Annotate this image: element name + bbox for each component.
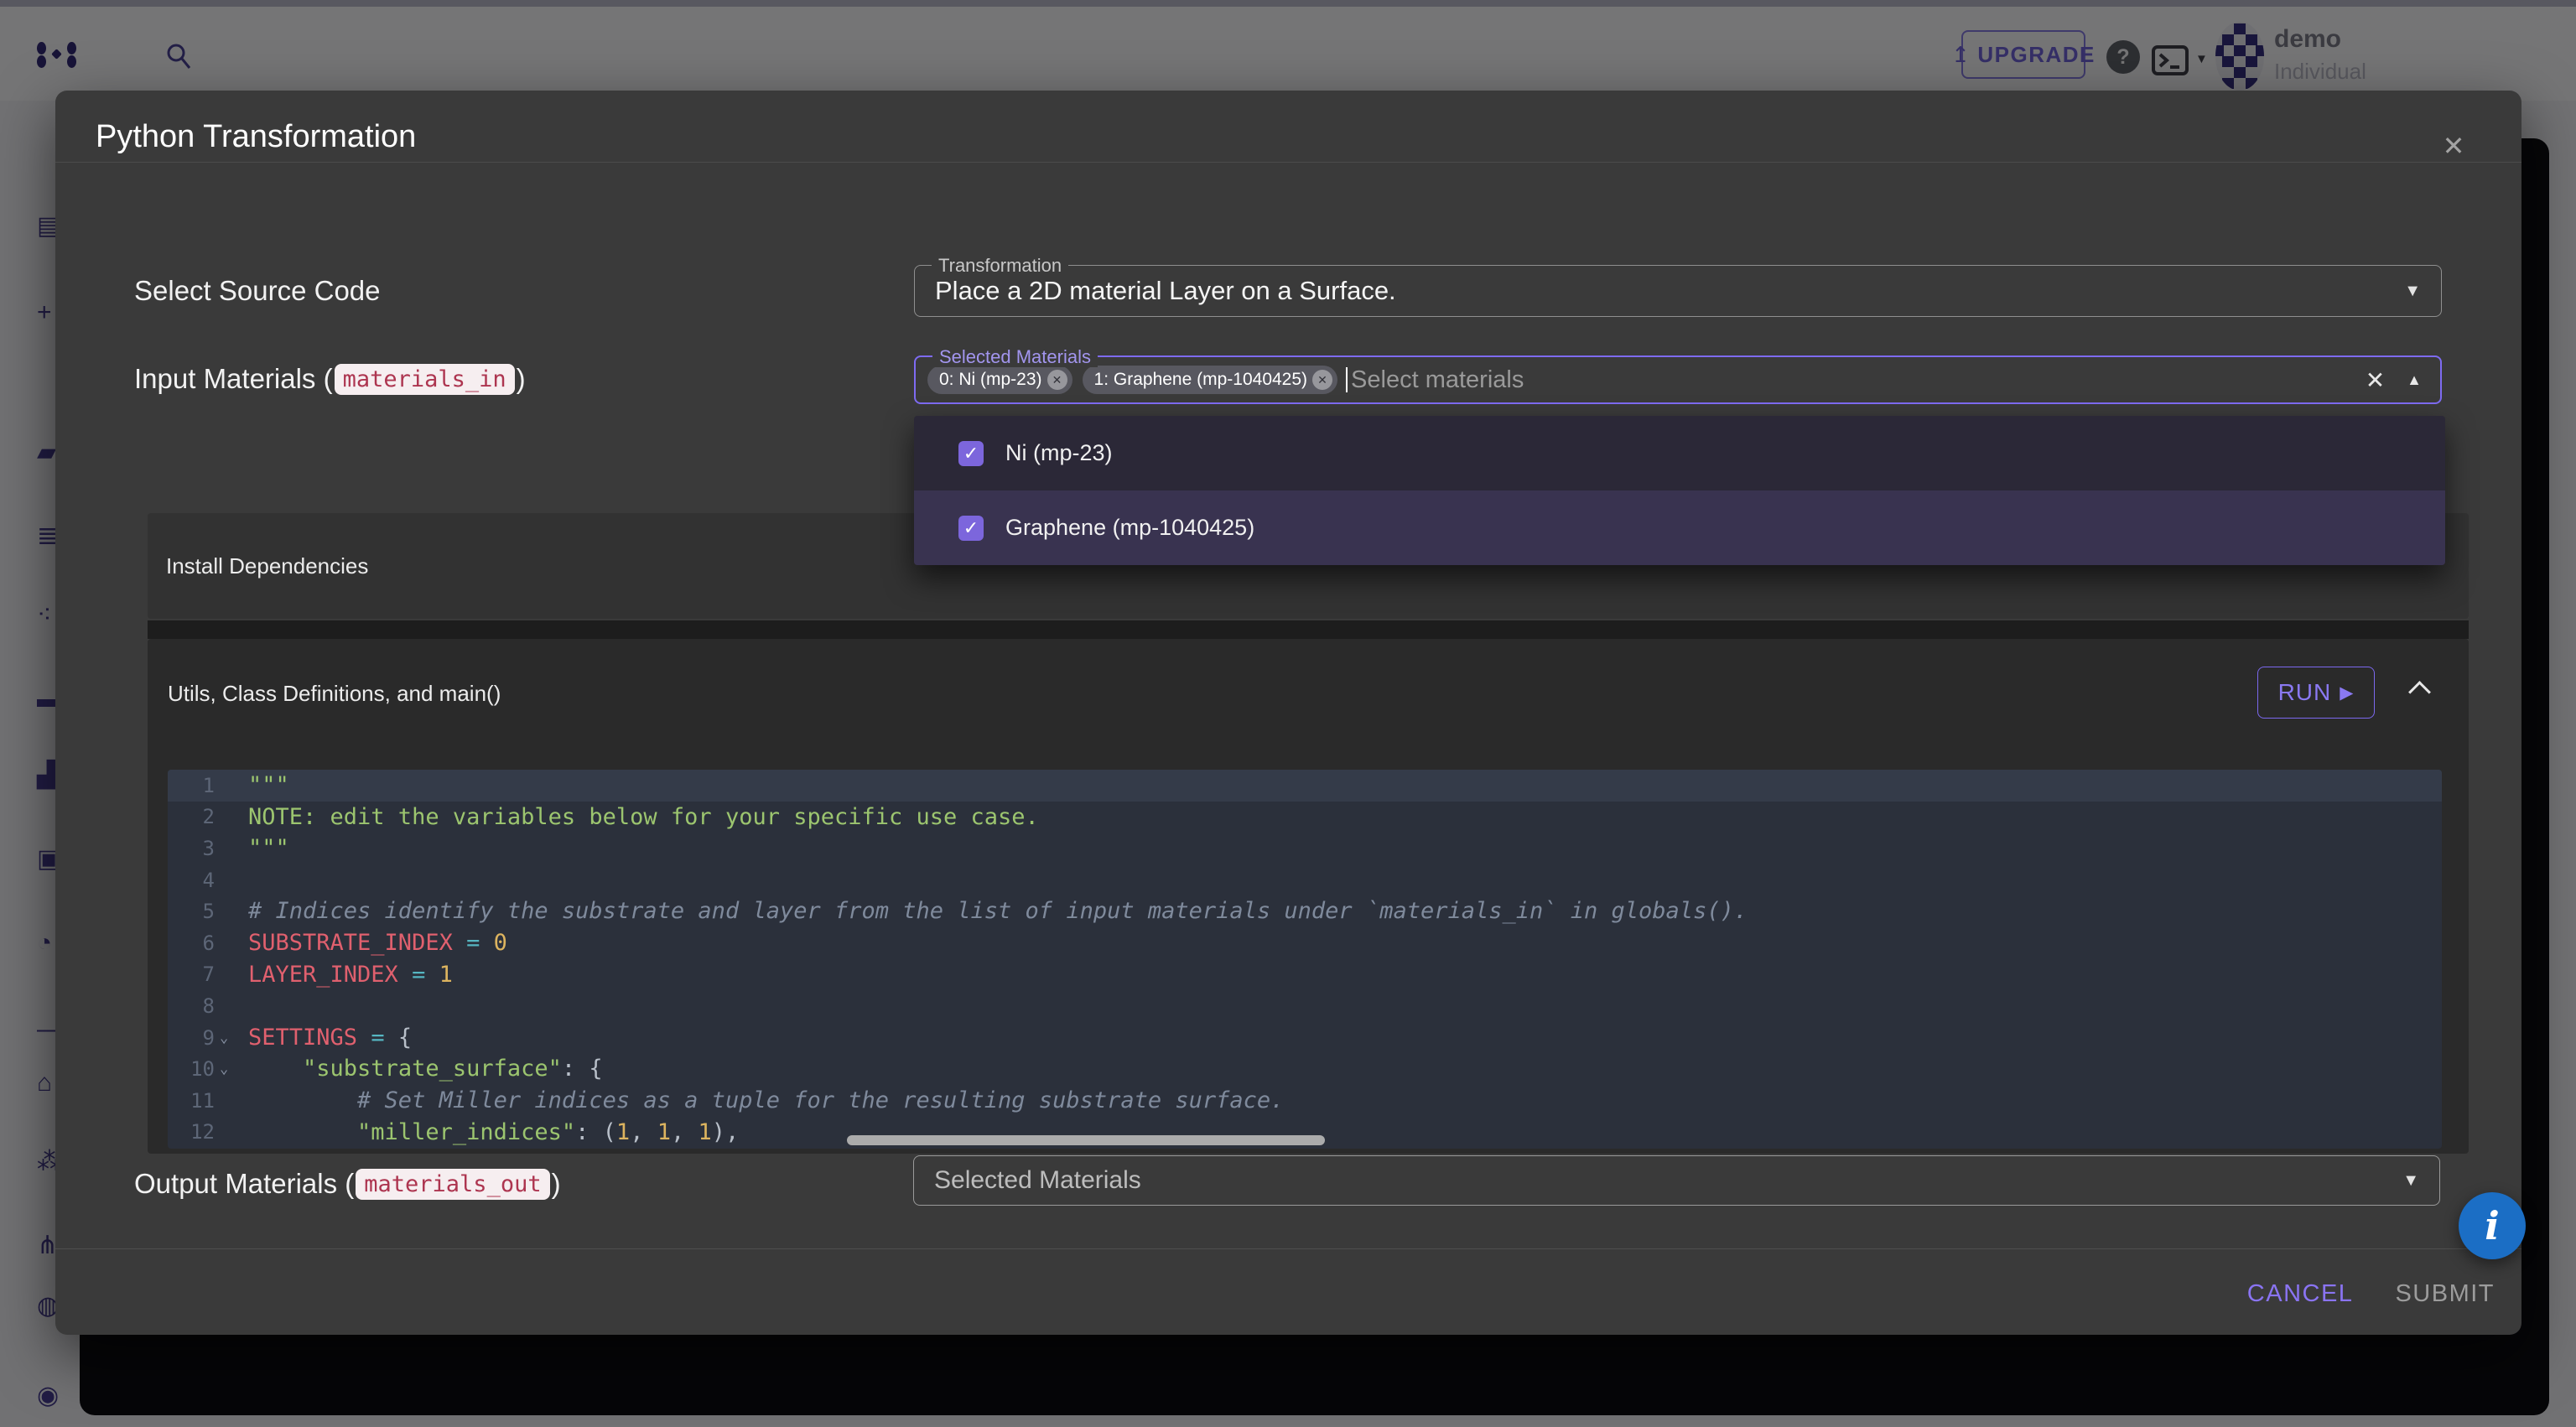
fold-chevron-icon[interactable]: ⌄: [215, 1030, 248, 1046]
submit-button[interactable]: SUBMIT: [2395, 1280, 2495, 1308]
materials-dropdown: ✓ Ni (mp-23) ✓ Graphene (mp-1040425): [914, 416, 2445, 565]
dropdown-option-label: Graphene (mp-1040425): [1005, 515, 1254, 541]
code-line[interactable]: 4: [168, 864, 2442, 896]
select-source-code-label: Select Source Code: [134, 266, 381, 316]
dialog-title: Python Transformation: [96, 119, 416, 155]
code-lines: 1 """ 2 NOTE: edit the variables below for …: [168, 770, 2442, 1148]
text-cursor: [1346, 367, 1348, 392]
code-text: # Set Miller indices as a tuple for the …: [248, 1085, 1284, 1117]
chip-label: 0: Ni (mp-23): [939, 370, 1042, 390]
line-number: 3: [168, 837, 215, 860]
selected-materials-input[interactable]: Selected Materials 0: Ni (mp-23)✕1: Grap…: [914, 355, 2442, 404]
output-materials-select[interactable]: Selected Materials ▼: [913, 1155, 2440, 1206]
chip-delete-icon[interactable]: ✕: [1312, 370, 1332, 390]
fold-chevron-icon[interactable]: ⌄: [215, 1061, 248, 1077]
horizontal-scrollbar[interactable]: [847, 1135, 1325, 1145]
transformation-label: Transformation: [932, 256, 1068, 276]
code-text: # Indices identify the substrate and lay…: [248, 895, 1748, 927]
code-text: """: [248, 833, 289, 864]
code-line[interactable]: 9⌄SETTINGS = {: [168, 1022, 2442, 1054]
utils-section: Utils, Class Definitions, and main() RUN…: [148, 639, 2469, 1154]
play-icon: ▶: [2340, 682, 2354, 703]
transformation-value: Place a 2D material Layer on a Surface.: [935, 276, 1396, 306]
input-materials-prefix: Input Materials (: [134, 363, 333, 395]
line-number: 11: [168, 1089, 215, 1113]
transformation-select[interactable]: Transformation Place a 2D material Layer…: [914, 265, 2442, 317]
header-divider: [55, 162, 2521, 163]
section-divider-band: [148, 620, 2469, 639]
code-line[interactable]: 5 # Indices identify the substrate and la…: [168, 895, 2442, 927]
materials-placeholder: Select materials: [1351, 366, 1524, 394]
chip-delete-icon[interactable]: ✕: [1047, 370, 1067, 390]
dropdown-option[interactable]: ✓ Graphene (mp-1040425): [914, 490, 2445, 565]
code-text: SETTINGS = {: [248, 1022, 412, 1054]
clear-icon[interactable]: ✕: [2366, 366, 2385, 394]
output-materials-value: Selected Materials: [934, 1166, 1141, 1195]
line-number: 8: [168, 994, 215, 1018]
output-materials-suffix: ): [552, 1168, 561, 1200]
checkbox-icon[interactable]: ✓: [958, 441, 984, 466]
code-text: LAYER_INDEX = 1: [248, 959, 453, 991]
run-label: RUN: [2278, 679, 2332, 706]
footer: CANCEL SUBMIT: [55, 1269, 2495, 1319]
code-text: "substrate_surface": {: [248, 1053, 603, 1085]
line-number: 12: [168, 1120, 215, 1144]
materials-in-badge: materials_in: [335, 364, 515, 395]
chevron-down-icon[interactable]: ▼: [2402, 1171, 2419, 1191]
collapse-chevron-icon[interactable]: [2408, 681, 2431, 703]
run-button[interactable]: RUN ▶: [2257, 667, 2375, 719]
line-number: 2: [168, 805, 215, 828]
code-text: "miller_indices": (1, 1, 1),: [248, 1117, 739, 1149]
materials-out-badge: materials_out: [356, 1169, 549, 1200]
chevron-up-icon[interactable]: ▲: [2407, 371, 2422, 389]
close-icon[interactable]: ✕: [2435, 127, 2472, 164]
code-line[interactable]: 8: [168, 990, 2442, 1022]
code-line[interactable]: 1 """: [168, 770, 2442, 802]
python-transformation-dialog: Python Transformation ✕ Select Source Co…: [55, 91, 2521, 1335]
footer-divider: [55, 1248, 2521, 1249]
selected-materials-label: Selected Materials: [932, 347, 1098, 367]
line-number: 1: [168, 774, 215, 797]
dropdown-option-label: Ni (mp-23): [1005, 440, 1113, 466]
chevron-down-icon[interactable]: ▼: [2404, 282, 2421, 301]
utils-section-header: Utils, Class Definitions, and main() RUN…: [148, 639, 2469, 756]
code-line[interactable]: 3 """: [168, 833, 2442, 864]
code-line[interactable]: 6 SUBSTRATE_INDEX = 0: [168, 927, 2442, 959]
material-chip[interactable]: 0: Ni (mp-23)✕: [927, 366, 1072, 394]
install-dependencies-label: Install Dependencies: [166, 553, 368, 579]
dropdown-option[interactable]: ✓ Ni (mp-23): [914, 416, 2445, 490]
chip-label: 1: Graphene (mp-1040425): [1094, 370, 1308, 390]
input-materials-suffix: ): [517, 363, 526, 395]
utils-section-label: Utils, Class Definitions, and main(): [168, 681, 501, 707]
screen: ↥ UPGRADE ? ▼ demo Individual ▤+▰≣⁖▬▟▣◔—…: [0, 0, 2576, 1427]
code-line[interactable]: 11 # Set Miller indices as a tuple for t…: [168, 1085, 2442, 1117]
line-number: 9: [168, 1026, 215, 1050]
code-text: """: [248, 770, 289, 802]
output-materials-label: Output Materials ( materials_out ): [134, 1159, 561, 1209]
line-number: 7: [168, 963, 215, 986]
line-number: 6: [168, 931, 215, 955]
cancel-button[interactable]: CANCEL: [2247, 1280, 2354, 1308]
line-number: 4: [168, 869, 215, 892]
code-line[interactable]: 7 LAYER_INDEX = 1: [168, 959, 2442, 991]
checkbox-icon[interactable]: ✓: [958, 516, 984, 541]
code-editor[interactable]: 1 """ 2 NOTE: edit the variables below for …: [168, 770, 2442, 1149]
code-line[interactable]: 10⌄ "substrate_surface": {: [168, 1053, 2442, 1085]
info-fab[interactable]: i: [2459, 1192, 2526, 1259]
line-number: 10: [168, 1057, 215, 1081]
code-line[interactable]: 2 NOTE: edit the variables below for your…: [168, 802, 2442, 833]
code-text: NOTE: edit the variables below for your …: [248, 802, 1039, 833]
line-number: 5: [168, 900, 215, 923]
selected-materials-chips: 0: Ni (mp-23)✕1: Graphene (mp-1040425)✕: [927, 366, 1337, 394]
material-chip[interactable]: 1: Graphene (mp-1040425)✕: [1083, 366, 1338, 394]
input-materials-label: Input Materials ( materials_in ): [134, 354, 526, 404]
output-materials-prefix: Output Materials (: [134, 1168, 354, 1200]
code-text: SUBSTRATE_INDEX = 0: [248, 927, 507, 959]
